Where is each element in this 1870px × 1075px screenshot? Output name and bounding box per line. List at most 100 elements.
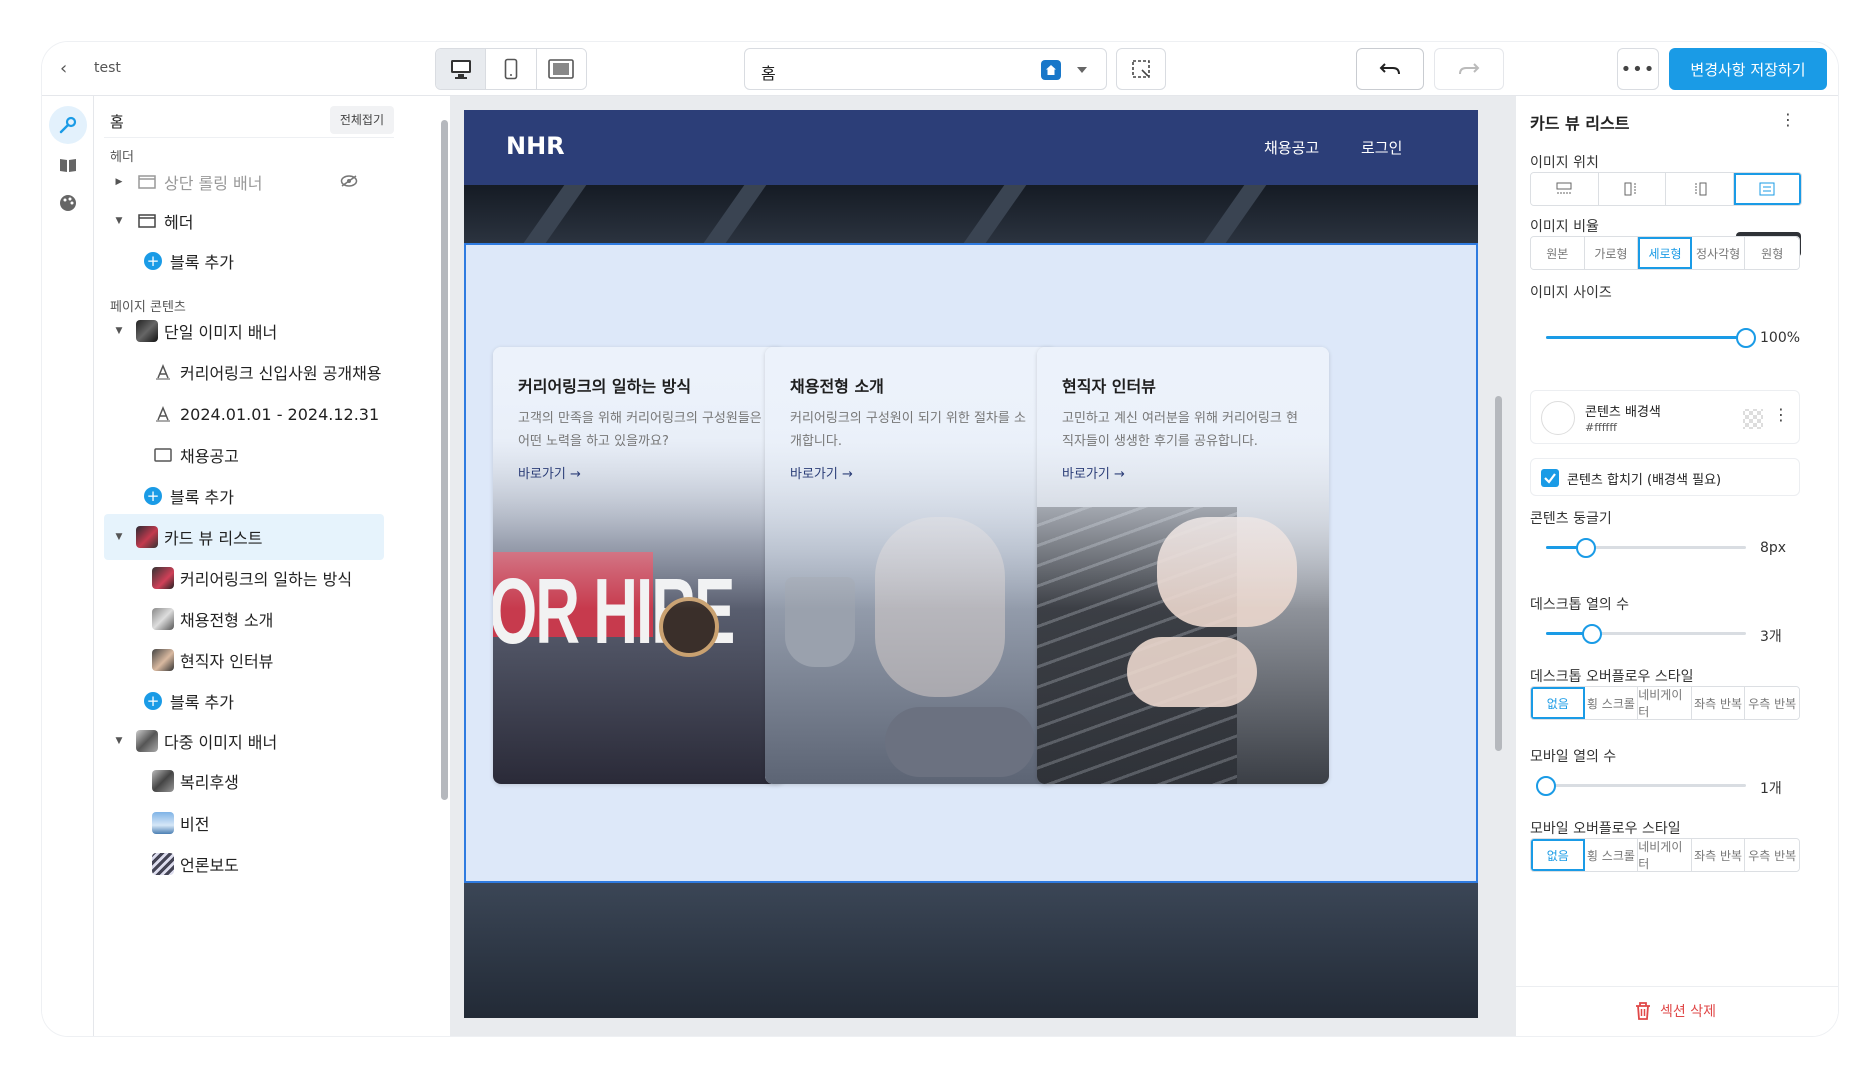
card-link[interactable]: 바로가기 → [790, 463, 853, 482]
chevron-down-icon[interactable]: ▼ [114, 532, 124, 542]
ratio-option[interactable]: 정사각형 [1691, 237, 1746, 269]
image-size-label: 이미지 사이즈 [1530, 285, 1612, 301]
overflow-option[interactable]: 좌측 반복 [1691, 687, 1746, 719]
content-bg-color-field[interactable]: 콘텐츠 배경색 #ffffff ⋮ [1530, 390, 1800, 444]
overflow-option[interactable]: 우측 반복 [1745, 839, 1799, 871]
transparency-icon[interactable] [1743, 409, 1763, 429]
mobile-cols-value: 1개 [1760, 781, 1782, 797]
rail-edit-tool[interactable] [49, 106, 87, 144]
card-item[interactable]: 채용전형 소개 커리어링크의 구성원이 되기 위한 절차를 소개합니다. 바로가… [765, 347, 1057, 784]
multi-image-banner-preview[interactable] [464, 883, 1478, 1018]
app-window: ‹ test 홈 ••• 변경사항 저장하기 홈 전체접기 헤더 ▶ 상단 롤링… [42, 42, 1838, 1036]
radius-value: 8px [1760, 540, 1787, 556]
more-options-button[interactable]: ••• [1617, 48, 1659, 90]
save-changes-button[interactable]: 변경사항 저장하기 [1669, 48, 1827, 90]
chevron-down-icon[interactable]: ▼ [114, 736, 124, 746]
layer-card-1[interactable]: 커리어링크의 일하는 방식 [104, 555, 384, 601]
page-selector[interactable]: 홈 [744, 48, 1107, 90]
mobile-view-button[interactable] [486, 49, 537, 89]
image-thumbnail [152, 608, 174, 630]
layer-card-3[interactable]: 현직자 인터뷰 [104, 637, 384, 683]
desktop-view-button[interactable] [436, 49, 487, 89]
ratio-option[interactable]: 원형 [1745, 237, 1799, 269]
merge-content-checkbox-row[interactable]: 콘텐츠 합치기 (배경색 필요) [1530, 458, 1800, 496]
chevron-right-icon[interactable]: ▶ [114, 177, 124, 187]
wide-view-button[interactable] [536, 49, 586, 89]
banner-image[interactable] [464, 185, 1478, 243]
card-title: 커리어링크의 일하는 방식 [518, 377, 692, 396]
layer-text-date[interactable]: 2024.01.01 - 2024.12.31 [104, 391, 384, 437]
mobile-cols-slider[interactable]: 1개 [1530, 762, 1800, 810]
layer-card-view-list[interactable]: ▼ 카드 뷰 리스트 [104, 514, 384, 560]
nav-item-login[interactable]: 로그인 [1361, 137, 1402, 158]
properties-panel: 카드 뷰 리스트 ⋮ 이미지 위치 배경 채우기 이미지 비율 원본 가로형 세… [1516, 96, 1838, 1036]
card-title: 현직자 인터뷰 [1062, 377, 1156, 396]
image-thumbnail [136, 730, 158, 752]
layer-text-title[interactable]: 커리어링크 신입사원 공개채용 [104, 349, 384, 395]
position-left-option[interactable] [1598, 173, 1666, 205]
radius-slider[interactable]: 8px [1530, 524, 1800, 572]
position-top-option[interactable] [1531, 173, 1599, 205]
select-area-button[interactable] [1116, 48, 1166, 90]
delete-section-button[interactable]: 섹션 삭제 [1634, 1001, 1716, 1021]
card-item[interactable]: OR HIRE 커리어링크의 일하는 방식 고객의 만족을 위해 커리어링크의 … [493, 347, 785, 784]
rail-theme-tool[interactable] [49, 184, 87, 222]
ratio-option[interactable]: 가로형 [1584, 237, 1639, 269]
back-arrow-icon[interactable]: ‹ [60, 58, 82, 80]
slider-handle[interactable] [1582, 624, 1602, 644]
layer-label: 상단 롤링 배너 [164, 174, 263, 193]
layer-single-image-banner[interactable]: ▼ 단일 이미지 배너 [104, 308, 384, 354]
chevron-down-icon[interactable]: ▼ [114, 216, 124, 226]
layer-welfare[interactable]: 복리후생 [104, 758, 384, 804]
layer-label: 다중 이미지 배너 [164, 733, 278, 752]
slider-handle[interactable] [1576, 538, 1596, 558]
layers-scrollbar[interactable] [441, 120, 448, 800]
overflow-option[interactable]: 횡 스크롤 [1584, 687, 1639, 719]
ratio-option[interactable]: 원본 [1531, 237, 1585, 269]
overflow-option[interactable]: 횡 스크롤 [1584, 839, 1639, 871]
overflow-option[interactable]: 좌측 반복 [1691, 839, 1746, 871]
canvas-scrollbar[interactable] [1495, 396, 1502, 751]
slider-handle[interactable] [1736, 328, 1756, 348]
layer-vision[interactable]: 비전 [104, 800, 384, 846]
layer-button[interactable]: 채용공고 [104, 432, 384, 478]
plus-circle-icon: + [142, 250, 164, 272]
layer-label: 카드 뷰 리스트 [164, 529, 263, 548]
tool-rail [42, 96, 94, 1036]
card-item[interactable]: 현직자 인터뷰 고민하고 계신 여러분을 위해 커리어링크 현직자들이 생생한 … [1037, 347, 1329, 784]
position-right-option[interactable] [1666, 173, 1734, 205]
slider-handle[interactable] [1536, 776, 1556, 796]
book-icon [60, 159, 76, 172]
site-logo[interactable]: NHR [506, 132, 565, 160]
chevron-down-icon[interactable]: ▼ [114, 326, 124, 336]
ratio-option[interactable]: 세로형 [1638, 237, 1692, 269]
image-size-slider[interactable]: 100% [1530, 314, 1800, 362]
collapse-all-button[interactable]: 전체접기 [329, 106, 394, 134]
overflow-option[interactable]: 네비게이터 [1638, 687, 1692, 719]
redo-button[interactable] [1434, 48, 1504, 90]
overflow-option[interactable]: 없음 [1531, 687, 1585, 719]
card-link[interactable]: 바로가기 → [1062, 463, 1125, 482]
desktop-cols-slider[interactable]: 3개 [1530, 610, 1800, 658]
overflow-option[interactable]: 없음 [1531, 839, 1585, 871]
overflow-option[interactable]: 우측 반복 [1745, 687, 1799, 719]
color-swatch[interactable] [1541, 401, 1575, 435]
layer-card-2[interactable]: 채용전형 소개 [104, 596, 384, 642]
checkbox-checked-icon[interactable] [1541, 469, 1559, 487]
add-block-banner[interactable]: + 블록 추가 [104, 473, 384, 519]
mobile-icon [504, 58, 518, 80]
site-nav[interactable]: NHR 채용공고 로그인 [464, 110, 1478, 185]
kebab-menu-icon[interactable]: ⋮ [1773, 405, 1789, 424]
position-background-option[interactable] [1733, 173, 1801, 205]
kebab-menu-icon[interactable]: ⋮ [1780, 110, 1796, 129]
add-block-header[interactable]: + 블록 추가 [104, 238, 384, 284]
overflow-option[interactable]: 네비게이터 [1638, 839, 1692, 871]
nav-item-jobs[interactable]: 채용공고 [1264, 137, 1319, 158]
card-view-list-section[interactable]: OR HIRE 커리어링크의 일하는 방식 고객의 만족을 위해 커리어링크의 … [464, 243, 1478, 883]
undo-button[interactable] [1356, 48, 1424, 90]
rail-pages-tool[interactable] [49, 146, 87, 184]
layer-label: 채용전형 소개 [180, 611, 274, 630]
eye-hidden-icon[interactable] [340, 173, 358, 192]
layer-press[interactable]: 언론보도 [104, 841, 384, 887]
card-link[interactable]: 바로가기 → [518, 463, 581, 482]
